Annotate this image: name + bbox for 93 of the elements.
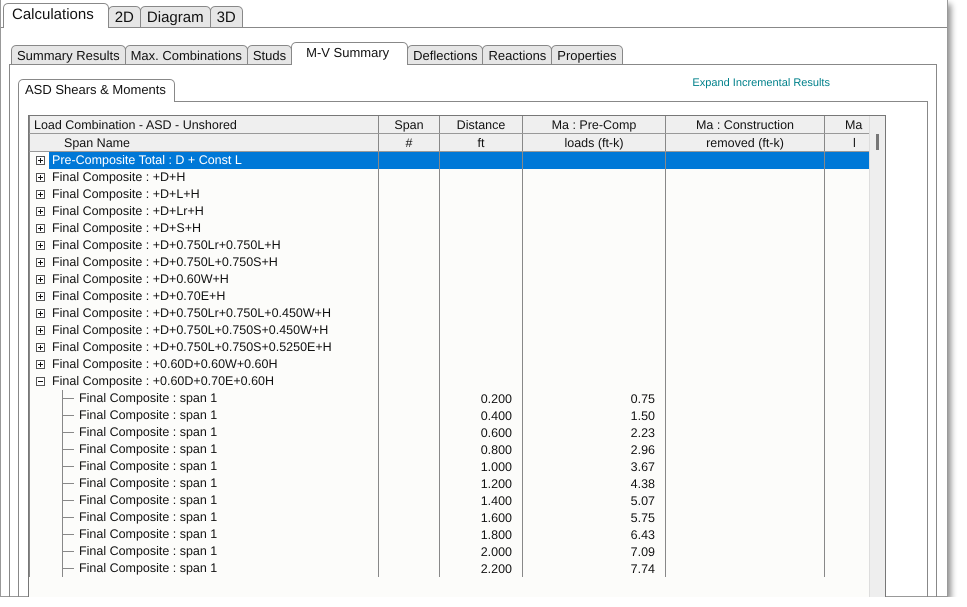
table-cell: 1.800 <box>480 528 512 542</box>
tab[interactable]: Studs <box>246 45 292 64</box>
table-cell: 1.000 <box>480 460 512 474</box>
collapse-icon[interactable] <box>36 377 45 386</box>
tree-item[interactable]: Final Composite : span 1 <box>76 475 220 492</box>
column-unit: # <box>406 136 412 150</box>
table-cell: 0.800 <box>480 442 512 456</box>
expand-icon[interactable] <box>36 156 45 165</box>
tree-item[interactable]: Final Composite : +D+S+H <box>49 220 204 237</box>
tree-line <box>62 458 74 475</box>
tree-item[interactable]: Final Composite : span 1 <box>76 424 220 441</box>
tree-item[interactable]: Final Composite : +0.60D+0.70E+0.60H <box>49 373 278 390</box>
tab[interactable]: M-V Summary <box>291 42 408 65</box>
tab[interactable]: Summary Results <box>11 45 126 64</box>
table-cell: 1.200 <box>480 476 512 490</box>
expand-icon[interactable] <box>36 343 45 352</box>
table-cell: 5.07 <box>630 494 655 508</box>
tree-item[interactable]: Final Composite : +D+Lr+H <box>49 203 207 220</box>
scrollbar-thumb[interactable] <box>876 134 880 150</box>
tree-line <box>62 475 74 492</box>
tree-item[interactable]: Pre-Composite Total : D + Const L <box>49 152 378 169</box>
tree-item[interactable]: Final Composite : +D+0.750Lr+0.750L+0.450W+H <box>49 305 334 322</box>
expand-icon[interactable] <box>36 241 45 250</box>
tree-item[interactable]: Final Composite : +D+0.750Lr+0.750L+H <box>49 237 284 254</box>
scrollbar[interactable] <box>869 116 885 597</box>
table-cell: 7.09 <box>630 544 655 558</box>
tab[interactable]: Calculations <box>3 3 109 28</box>
tree-item[interactable]: Final Composite : +D+L+H <box>49 186 203 203</box>
tree-item[interactable]: Final Composite : +D+0.750L+0.750S+H <box>49 254 281 271</box>
tree-item[interactable]: Final Composite : +0.60D+0.60W+0.60H <box>49 356 280 373</box>
expand-icon[interactable] <box>36 173 45 182</box>
tree-line <box>62 424 74 441</box>
tab[interactable]: Diagram <box>140 6 211 27</box>
column-unit: removed (ft-k) <box>706 136 784 150</box>
tree-line <box>62 492 74 509</box>
table-cell: 0.200 <box>480 392 512 406</box>
tab[interactable]: ASD Shears & Moments <box>18 79 175 102</box>
table-cell: 2.200 <box>480 562 512 576</box>
tree-item[interactable]: Final Composite : span 1 <box>76 458 220 475</box>
expand-icon[interactable] <box>36 207 45 216</box>
tab[interactable]: Max. Combinations <box>124 45 248 64</box>
tree-line <box>62 509 74 526</box>
tree-line <box>62 526 74 543</box>
tree-item[interactable]: Final Composite : span 1 <box>76 492 220 509</box>
tree-line <box>62 560 74 577</box>
expand-icon[interactable] <box>36 224 45 233</box>
table-cell: 2.000 <box>480 544 512 558</box>
tree-line <box>62 407 74 424</box>
tab[interactable]: Reactions <box>482 45 552 64</box>
table-cell: 2.23 <box>630 426 655 440</box>
tree-item[interactable]: Final Composite : span 1 <box>76 390 220 407</box>
expand-icon[interactable] <box>36 326 45 335</box>
tree-item[interactable]: Final Composite : +D+H <box>49 169 188 186</box>
tree-line <box>62 390 74 407</box>
expand-icon[interactable] <box>36 190 45 199</box>
expand-icon[interactable] <box>36 309 45 318</box>
tree-item[interactable]: Final Composite : +D+0.750L+0.750S+0.5250E+H <box>49 339 335 356</box>
tree-item[interactable]: Final Composite : span 1 <box>76 509 220 526</box>
tree-item[interactable]: Final Composite : span 1 <box>76 543 220 560</box>
column-unit: Span Name <box>64 136 130 150</box>
table-cell: 2.96 <box>630 442 655 456</box>
tree-item[interactable]: Final Composite : span 1 <box>76 407 220 424</box>
expand-icon[interactable] <box>36 360 45 369</box>
expand-icon[interactable] <box>36 275 45 284</box>
tree-item[interactable]: Final Composite : span 1 <box>76 560 220 577</box>
tab[interactable]: 2D <box>108 6 141 27</box>
tree-item[interactable]: Final Composite : +D+0.70E+H <box>49 288 228 305</box>
table-cell: 4.38 <box>630 476 655 490</box>
expand-results-link[interactable]: Expand Incremental Results <box>692 77 830 89</box>
expand-icon[interactable] <box>36 258 45 267</box>
tab[interactable]: Properties <box>551 45 623 64</box>
tree-line <box>62 441 74 458</box>
table-cell: 1.600 <box>480 510 512 524</box>
table-cell: 0.600 <box>480 426 512 440</box>
table-cell: 0.75 <box>630 392 655 406</box>
table-cell: 3.67 <box>630 460 655 474</box>
column-unit: loads (ft-k) <box>564 136 624 150</box>
table-cell: 0.400 <box>480 408 512 422</box>
tab[interactable]: 3D <box>210 6 243 27</box>
tree-item[interactable]: Final Composite : +D+0.60W+H <box>49 271 232 288</box>
table-cell: 1.50 <box>630 408 655 422</box>
column-unit: ft <box>478 136 484 150</box>
tab[interactable]: Deflections <box>407 45 484 64</box>
table-cell: 5.75 <box>630 510 655 524</box>
tree-item[interactable]: Final Composite : +D+0.750L+0.750S+0.450W+H <box>49 322 332 339</box>
table-cell: 7.74 <box>630 562 655 576</box>
tree-item[interactable]: Final Composite : span 1 <box>76 526 220 543</box>
tree-line <box>62 543 74 560</box>
table-cell: 1.400 <box>480 494 512 508</box>
tree-item[interactable]: Final Composite : span 1 <box>76 441 220 458</box>
column-unit: l <box>853 136 856 150</box>
expand-icon[interactable] <box>36 292 45 301</box>
table-cell: 6.43 <box>630 528 655 542</box>
